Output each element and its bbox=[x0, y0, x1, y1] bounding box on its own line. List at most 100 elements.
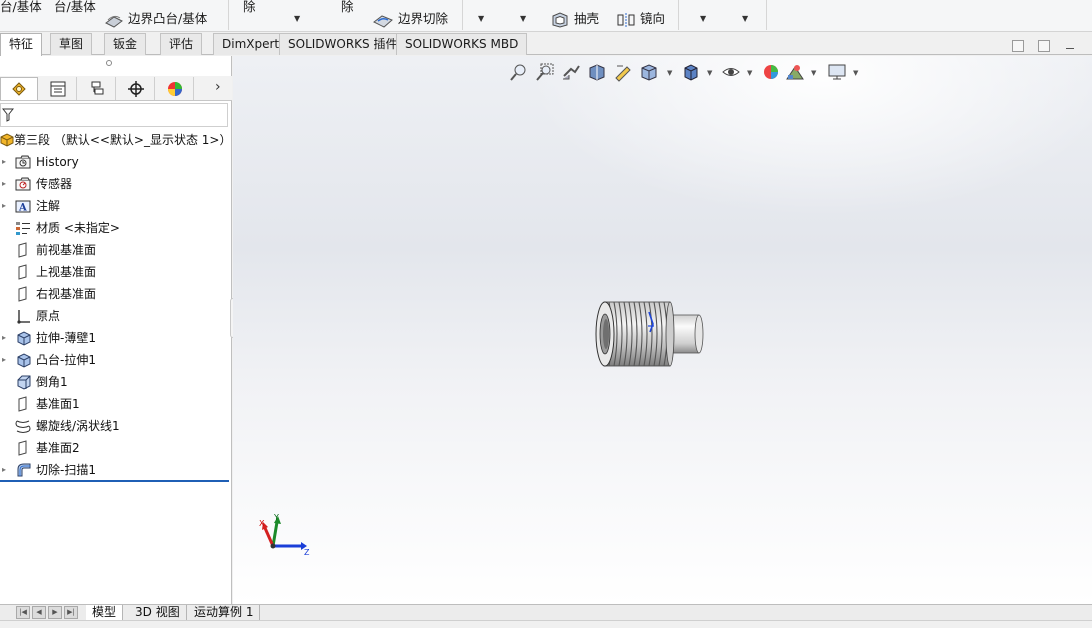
chevron-right-icon[interactable]: › bbox=[215, 79, 221, 95]
chevron-down-icon[interactable]: ▼ bbox=[747, 69, 752, 77]
section-view-icon[interactable] bbox=[587, 62, 607, 82]
chevron-down-icon[interactable]: ▼ bbox=[700, 14, 706, 23]
shell-label: 抽壳 bbox=[573, 11, 599, 26]
tab-solidworks-addins[interactable]: SOLIDWORKS 插件 bbox=[279, 33, 407, 55]
chevron-down-icon[interactable]: ▼ bbox=[811, 69, 816, 77]
minimize-icon[interactable] bbox=[1066, 48, 1074, 49]
tree-root-label: 第三段 （默认<<默认>_显示状态 1>） bbox=[14, 133, 232, 147]
tab-dimxpert-manager[interactable] bbox=[117, 77, 155, 100]
tree-item-label: 右视基准面 bbox=[36, 287, 97, 301]
history-folder-icon bbox=[15, 155, 31, 169]
view-settings-icon[interactable] bbox=[827, 62, 847, 82]
hide-show-items-icon[interactable] bbox=[721, 62, 741, 82]
tab-configuration-manager[interactable] bbox=[78, 77, 116, 100]
shell-icon bbox=[552, 11, 568, 28]
tab-3d-views[interactable]: 3D 视图 bbox=[129, 605, 187, 621]
display-style-icon[interactable] bbox=[681, 62, 701, 82]
graphics-viewport[interactable]: ▼ ▼ ▼ ▼ ▼ X Y Z bbox=[233, 56, 1092, 604]
mirror-icon bbox=[617, 12, 635, 27]
expand-arrow-icon[interactable]: ▸ bbox=[2, 460, 6, 480]
feature-manager-icon bbox=[12, 82, 26, 96]
remove-button-2[interactable]: 除 bbox=[341, 0, 354, 15]
view-orientation-icon[interactable] bbox=[639, 62, 659, 82]
remove-button[interactable]: 除 bbox=[243, 0, 256, 15]
triad-y-label: Y bbox=[273, 513, 279, 522]
tab-solidworks-mbd[interactable]: SOLIDWORKS MBD bbox=[396, 33, 528, 55]
plane-icon bbox=[18, 286, 27, 302]
restore-icon[interactable] bbox=[1012, 40, 1024, 52]
property-manager-icon bbox=[50, 81, 65, 96]
boss-base-button-2[interactable]: 台/基体 bbox=[54, 0, 96, 15]
expand-arrow-icon[interactable]: ▸ bbox=[2, 328, 6, 348]
tab-evaluate[interactable]: 评估 bbox=[160, 33, 203, 55]
last-tab-icon[interactable]: ▶| bbox=[64, 606, 78, 619]
partial-label: ‾ ‾ bbox=[285, 0, 300, 5]
chevron-down-icon[interactable]: ▼ bbox=[742, 14, 748, 23]
tile-icon[interactable] bbox=[1038, 40, 1050, 52]
tree-item-label: History bbox=[36, 155, 79, 169]
edit-appearance-icon[interactable] bbox=[761, 62, 781, 82]
triad-x-label: X bbox=[259, 519, 265, 528]
crosshair-icon bbox=[127, 80, 144, 97]
chevron-down-icon[interactable]: ▼ bbox=[707, 69, 712, 77]
tab-display-manager[interactable] bbox=[156, 77, 194, 100]
tab-model[interactable]: 模型 bbox=[86, 605, 124, 621]
prev-tab-icon[interactable]: ◀ bbox=[32, 606, 46, 619]
chevron-down-icon[interactable]: ▼ bbox=[294, 14, 300, 23]
chevron-down-icon[interactable]: ▼ bbox=[853, 69, 858, 77]
plane-icon bbox=[18, 396, 27, 412]
expand-arrow-icon[interactable]: ▸ bbox=[2, 196, 6, 216]
sensor-folder-icon bbox=[15, 177, 31, 191]
dynamic-annotation-icon[interactable] bbox=[613, 62, 633, 82]
extrude-icon bbox=[17, 353, 31, 368]
chamfer-icon bbox=[17, 375, 31, 390]
chevron-down-icon[interactable]: ▼ bbox=[520, 14, 526, 23]
expand-arrow-icon[interactable]: ▸ bbox=[2, 152, 6, 172]
configuration-manager-icon bbox=[91, 81, 103, 94]
tab-features[interactable]: 特征 bbox=[0, 33, 43, 56]
tab-property-manager[interactable] bbox=[39, 77, 77, 100]
extrude-icon bbox=[17, 331, 31, 346]
plane-icon bbox=[18, 440, 27, 456]
zoom-to-fit-icon[interactable] bbox=[509, 62, 529, 82]
tab-sketch[interactable]: 草图 bbox=[50, 33, 93, 55]
expand-arrow-icon[interactable]: ▸ bbox=[2, 174, 6, 194]
status-bar bbox=[0, 620, 1092, 628]
mirror-button[interactable]: 镜向 bbox=[616, 8, 665, 28]
boundary-boss-icon bbox=[105, 15, 123, 28]
model-view-tabs: |◀ ◀ ▶ ▶| 模型 3D 视图 运动算例 1 bbox=[0, 604, 1092, 621]
tree-item-label: 螺旋线/涡状线1 bbox=[36, 419, 120, 433]
tree-item-label: 倒角1 bbox=[36, 375, 68, 389]
tree-item-label: 注解 bbox=[36, 199, 61, 213]
chevron-down-icon[interactable]: ▼ bbox=[667, 69, 672, 77]
command-manager-ribbon: 台/基体 台/基体 边界凸台/基体 除 ‾ ‾ ▼ 除 边界切除 ▼ ▼ 抽壳 … bbox=[0, 0, 1092, 32]
expand-arrow-icon[interactable]: ▸ bbox=[2, 350, 6, 370]
reference-triad: X Y Z bbox=[259, 513, 310, 557]
zoom-to-area-icon[interactable] bbox=[535, 62, 555, 82]
next-tab-icon[interactable]: ▶ bbox=[48, 606, 62, 619]
selection-indicator bbox=[0, 480, 229, 482]
boss-base-button[interactable]: 台/基体 bbox=[0, 0, 42, 15]
svg-text:A: A bbox=[18, 203, 27, 214]
chevron-down-icon[interactable]: ▼ bbox=[478, 14, 484, 23]
tab-feature-manager[interactable] bbox=[0, 77, 38, 100]
shell-button[interactable]: 抽壳 bbox=[550, 8, 599, 28]
first-tab-icon[interactable]: |◀ bbox=[16, 606, 30, 619]
tab-sheet-metal[interactable]: 钣金 bbox=[104, 33, 147, 55]
triad-z-label: Z bbox=[304, 548, 310, 557]
helix-icon bbox=[15, 420, 31, 433]
ribbon-separator bbox=[462, 0, 463, 30]
panel-tabs: › bbox=[0, 76, 232, 101]
tab-motion-study[interactable]: 运动算例 1 bbox=[188, 605, 261, 621]
boundary-boss-button[interactable]: 边界凸台/基体 bbox=[104, 8, 207, 28]
threaded-part-model[interactable] bbox=[595, 296, 705, 370]
origin-icon bbox=[17, 310, 30, 324]
boundary-cut-button[interactable]: 边界切除 bbox=[372, 8, 448, 28]
apply-scene-icon[interactable] bbox=[785, 62, 805, 82]
tree-filter-field[interactable] bbox=[0, 103, 228, 127]
tree-item-label: 拉伸-薄壁1 bbox=[36, 331, 96, 345]
previous-view-icon[interactable] bbox=[561, 62, 581, 82]
tab-dimxpert[interactable]: DimXpert bbox=[213, 33, 289, 55]
panel-grip-icon[interactable] bbox=[106, 60, 112, 66]
tree-item-label: 传感器 bbox=[36, 177, 73, 191]
